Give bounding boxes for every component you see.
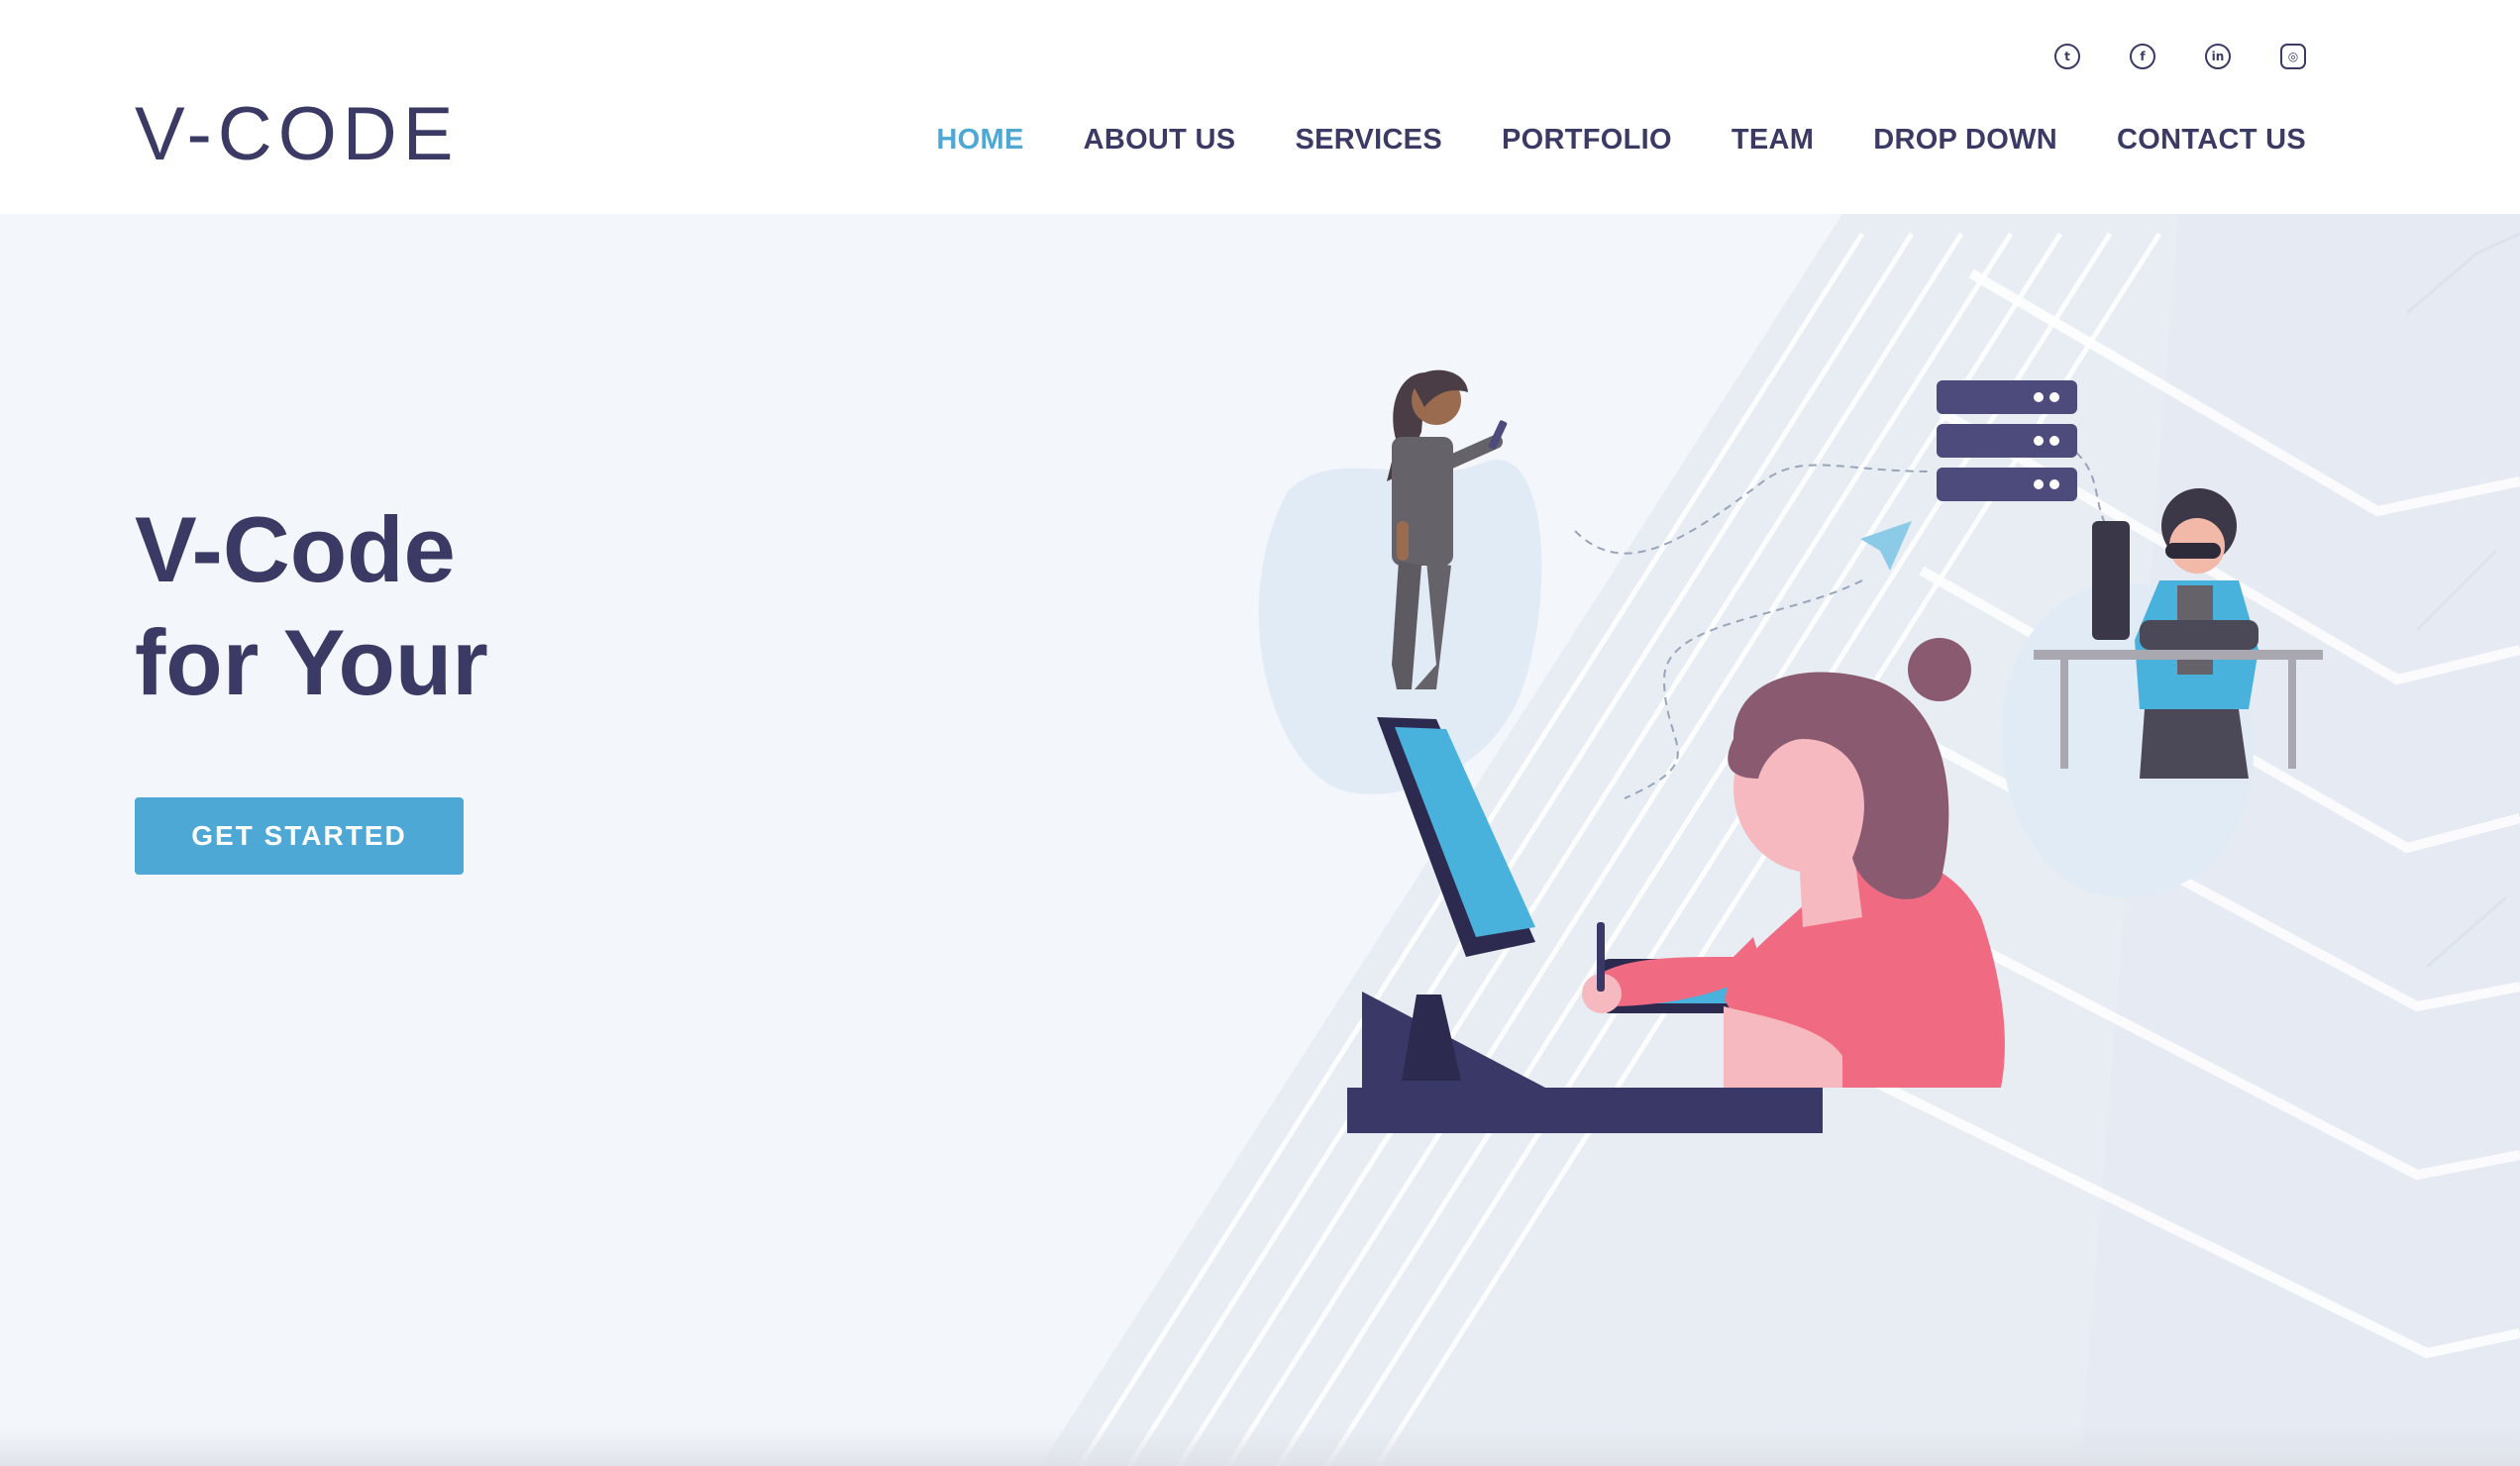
nav-item-contact-us[interactable]: CONTACT US <box>2117 123 2306 157</box>
bottom-fade <box>0 1426 2520 1466</box>
main-nav: HOME ABOUT US SERVICES PORTFOLIO TEAM DR… <box>936 123 2306 157</box>
linkedin-icon[interactable]: in <box>2205 44 2231 69</box>
nav-item-portfolio[interactable]: PORTFOLIO <box>1502 123 1672 157</box>
hero-section: V-Code for Your GET STARTED <box>0 214 2520 1466</box>
social-links: t f in ◎ <box>2054 44 2306 69</box>
twitter-icon[interactable]: t <box>2054 44 2080 69</box>
hero-title: V-Code for Your <box>135 493 488 719</box>
hero-title-line-1: V-Code <box>135 497 456 601</box>
nav-item-drop-down[interactable]: DROP DOWN <box>1873 123 2057 157</box>
nav-item-team[interactable]: TEAM <box>1732 123 1814 157</box>
site-logo[interactable]: V-CODE <box>135 95 459 174</box>
server-stack-icon <box>1937 380 2077 501</box>
paper-plane-icon <box>1860 521 1912 571</box>
site-header: V-CODE t f in ◎ HOME ABOUT US SERVICES P… <box>0 0 2520 214</box>
facebook-icon[interactable]: f <box>2130 44 2155 69</box>
instagram-glyph: ◎ <box>2287 50 2299 63</box>
get-started-button[interactable]: GET STARTED <box>135 797 464 875</box>
hero-illustration <box>1258 369 2323 1133</box>
nav-item-about-us[interactable]: ABOUT US <box>1084 123 1236 157</box>
facebook-glyph: f <box>2140 50 2146 63</box>
hero-title-line-2: for Your <box>135 610 488 714</box>
twitter-glyph: t <box>2064 50 2070 63</box>
nav-item-home[interactable]: HOME <box>936 123 1023 157</box>
nav-item-services[interactable]: SERVICES <box>1295 123 1442 157</box>
instagram-icon[interactable]: ◎ <box>2280 44 2306 69</box>
linkedin-glyph: in <box>2211 50 2225 63</box>
